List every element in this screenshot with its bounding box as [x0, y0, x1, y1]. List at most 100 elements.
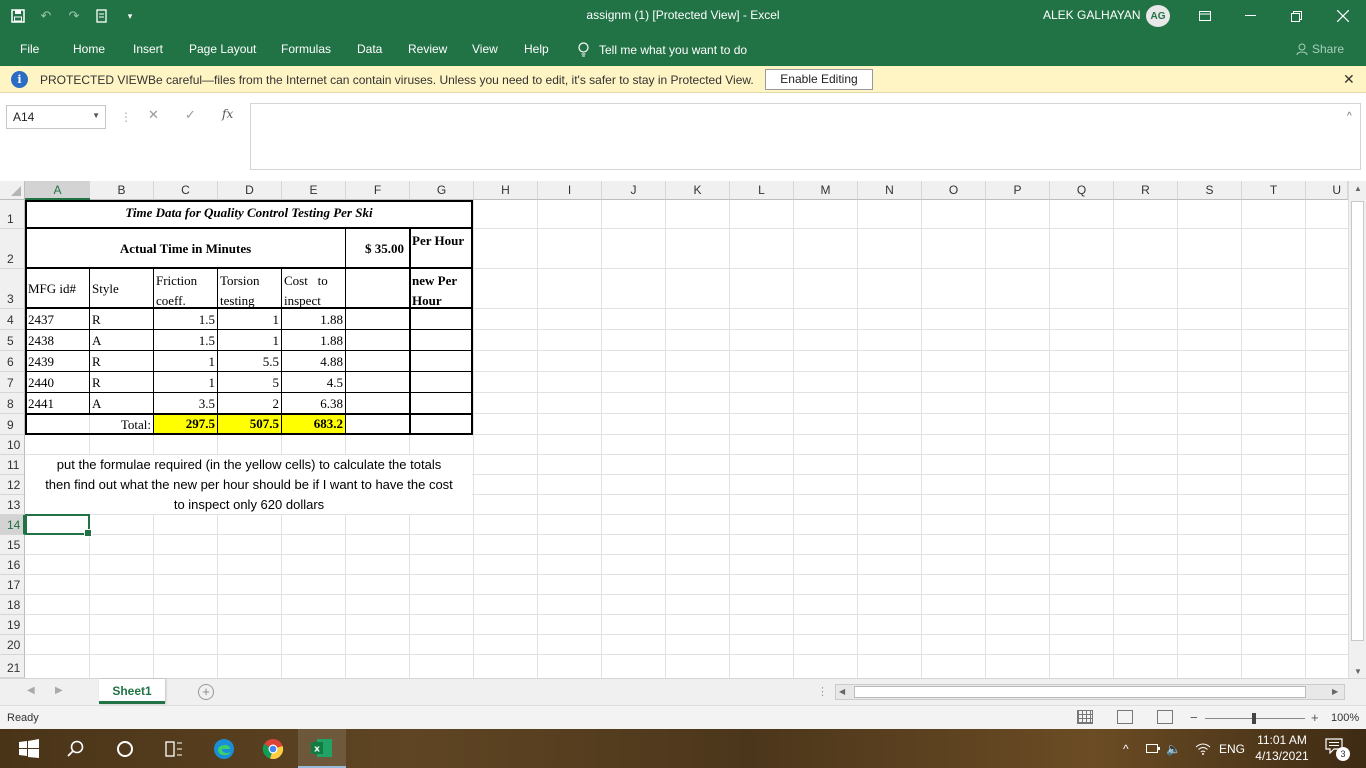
row-header-11[interactable]: 11	[0, 455, 25, 475]
note-line-2[interactable]: then find out what the new per hour shou…	[26, 477, 472, 492]
share-button[interactable]: Share	[1296, 42, 1344, 56]
table-cell[interactable]: 2439	[28, 354, 54, 370]
avatar[interactable]: AG	[1146, 5, 1170, 27]
battery-icon[interactable]	[1146, 729, 1160, 768]
cost-header[interactable]: Cost to inspect	[284, 271, 344, 311]
column-header-a-selected[interactable]: A	[25, 181, 90, 200]
note-line-1[interactable]: put the formulae required (in the yellow…	[26, 457, 472, 472]
column-header-q[interactable]: Q	[1050, 181, 1114, 200]
table-cell[interactable]: R	[92, 375, 101, 391]
per-hour-cell[interactable]: Per Hour	[412, 232, 472, 250]
table-cell[interactable]: 1.5	[154, 312, 217, 328]
scroll-right-icon[interactable]: ▶	[1332, 687, 1338, 696]
row-header-13[interactable]: 13	[0, 495, 25, 515]
table-cell[interactable]: 1	[218, 333, 281, 349]
chrome-icon[interactable]	[249, 729, 297, 768]
wifi-icon[interactable]	[1195, 729, 1211, 768]
new-file-icon[interactable]	[90, 4, 114, 28]
select-all-button[interactable]	[0, 181, 25, 200]
table-cell[interactable]: 6.38	[282, 396, 345, 412]
row-header-9[interactable]: 9	[0, 414, 25, 435]
tab-file[interactable]: File	[20, 42, 39, 56]
style-header[interactable]: Style	[92, 281, 119, 297]
notification-icon[interactable]: 3	[1325, 738, 1350, 761]
table-cell[interactable]: 1.5	[154, 333, 217, 349]
tab-view[interactable]: View	[472, 42, 498, 56]
row-header-4[interactable]: 4	[0, 309, 25, 330]
tab-page-layout[interactable]: Page Layout	[189, 42, 256, 56]
close-icon[interactable]	[1320, 0, 1366, 32]
zoom-level[interactable]: 100%	[1331, 712, 1359, 724]
table-cell[interactable]: R	[92, 312, 101, 328]
undo-icon[interactable]: ↶	[34, 4, 58, 28]
volume-icon[interactable]: 🔈	[1166, 729, 1181, 768]
chevron-down-icon[interactable]: ▼	[92, 111, 100, 120]
tab-home[interactable]: Home	[73, 42, 105, 56]
active-cell-selection[interactable]	[25, 514, 92, 537]
row-header-20[interactable]: 20	[0, 635, 25, 655]
language-indicator[interactable]: ENG	[1219, 729, 1245, 768]
prev-sheet-icon[interactable]: ◀	[27, 685, 35, 696]
vertical-scroll-thumb[interactable]	[1351, 201, 1364, 641]
scroll-up-icon[interactable]: ▲	[1354, 184, 1362, 193]
show-hidden-icons-icon[interactable]: ^	[1123, 729, 1129, 768]
row-header-10[interactable]: 10	[0, 435, 25, 455]
column-header-k[interactable]: K	[666, 181, 730, 200]
column-header-t[interactable]: T	[1242, 181, 1306, 200]
column-header-n[interactable]: N	[858, 181, 922, 200]
table-cell[interactable]: A	[92, 333, 101, 349]
save-icon[interactable]	[6, 4, 30, 28]
collapse-formula-bar-icon[interactable]: ^	[1347, 111, 1352, 122]
row-header-21[interactable]: 21	[0, 655, 25, 678]
check-icon[interactable]: ✓	[185, 107, 196, 123]
search-icon[interactable]	[52, 729, 100, 768]
table-cell[interactable]: R	[92, 354, 101, 370]
sheet-tab-sheet1[interactable]: Sheet1	[99, 679, 165, 704]
tell-me-search[interactable]: Tell me what you want to do	[578, 42, 747, 57]
table-cell[interactable]: 1	[154, 354, 217, 370]
clock[interactable]: 11:01 AM 4/13/2021	[1247, 732, 1317, 764]
row-header-18[interactable]: 18	[0, 595, 25, 615]
tab-insert[interactable]: Insert	[133, 42, 163, 56]
table-cell[interactable]: 4.5	[282, 375, 345, 391]
table-cell[interactable]: 1.88	[282, 333, 345, 349]
column-header-u[interactable]: U	[1306, 181, 1348, 200]
column-header-r[interactable]: R	[1114, 181, 1178, 200]
table-cell[interactable]: 4.88	[282, 354, 345, 370]
task-view-icon[interactable]	[150, 729, 198, 768]
add-sheet-icon[interactable]: +	[198, 684, 214, 700]
table-cell[interactable]: 3.5	[154, 396, 217, 412]
row-header-8[interactable]: 8	[0, 393, 25, 414]
worksheet-grid[interactable]: A B C D E F G H I J K L M N O P Q R S T …	[0, 181, 1348, 678]
formula-input[interactable]	[250, 103, 1361, 170]
table-cell[interactable]: 2440	[28, 375, 54, 391]
row-header-16[interactable]: 16	[0, 555, 25, 575]
row-header-15[interactable]: 15	[0, 535, 25, 555]
table-cell[interactable]: A	[92, 396, 101, 412]
row-header-12[interactable]: 12	[0, 475, 25, 495]
total-torsion-cell[interactable]: 507.5	[218, 414, 281, 434]
split-handle-icon[interactable]: ⋮	[817, 685, 828, 698]
note-line-3[interactable]: to inspect only 620 dollars	[26, 497, 472, 512]
row-header-3[interactable]: 3	[0, 269, 25, 309]
table-cell[interactable]: 2441	[28, 396, 54, 412]
normal-view-icon[interactable]	[1077, 710, 1093, 724]
friction-header[interactable]: Friction coeff.	[156, 271, 216, 311]
row-header-7[interactable]: 7	[0, 372, 25, 393]
row-header-5[interactable]: 5	[0, 330, 25, 351]
column-header-f[interactable]: F	[346, 181, 410, 200]
customize-toolbar-icon[interactable]: ▾	[118, 4, 142, 28]
torsion-header[interactable]: Torsion testing	[220, 271, 280, 311]
close-icon[interactable]: ✕	[1343, 71, 1355, 88]
excel-taskbar-icon[interactable]: x	[298, 729, 346, 768]
column-header-o[interactable]: O	[922, 181, 986, 200]
row-header-14[interactable]: 14	[0, 515, 25, 535]
horizontal-scroll-thumb[interactable]	[854, 686, 1306, 698]
restore-icon[interactable]	[1273, 0, 1319, 32]
column-header-g[interactable]: G	[410, 181, 474, 200]
row-header-6[interactable]: 6	[0, 351, 25, 372]
tab-review[interactable]: Review	[408, 42, 447, 56]
table-title[interactable]: Time Data for Quality Control Testing Pe…	[26, 205, 472, 221]
rate-cell[interactable]: $ 35.00	[346, 241, 409, 257]
column-header-d[interactable]: D	[218, 181, 282, 200]
